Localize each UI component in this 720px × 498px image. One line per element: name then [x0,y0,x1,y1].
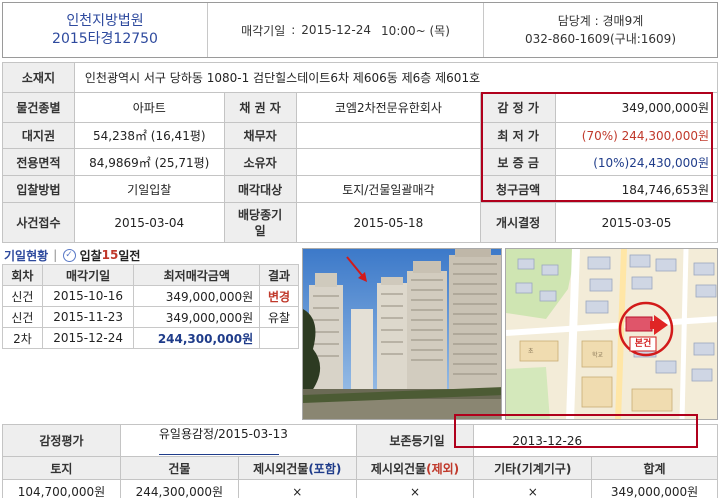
svg-text:초: 초 [528,348,534,355]
creditor-value: 코엠2차전문유한회사 [295,92,482,123]
history-header: 기일현황 | ✓ 입찰 15 일전 [4,247,141,264]
col-excl-tag: (제외) [426,461,460,476]
result-cell: 유찰 [259,306,299,328]
table-row: 신건 2015-10-16 349,000,000원 변경 [2,285,299,307]
price-cell: 349,000,000원 [133,285,261,307]
contact-dept: 경매9계 [602,14,644,28]
received-label: 사건접수 [2,202,75,243]
price-cell: 349,000,000원 [133,306,261,328]
col-total-header: 합계 [591,456,718,480]
table-row-empty [3,349,299,403]
history-title[interactable]: 기일현황 [4,247,48,264]
col-incl-tag: (포함) [308,461,342,476]
case-header: 인천지방법원 2015타경12750 매각기일 : 2015-12-24 10:… [2,2,718,58]
target-label: 매각대상 [223,175,297,203]
contact-info: 담당계 : 경매9계 032-860-1609(구내:1609) [524,14,677,46]
method-value: 기일입찰 [73,175,225,203]
col-excl-text: 제시외건물 [370,461,427,476]
location-label: 소재지 [2,62,75,93]
price-cell: 244,300,000원 [133,327,261,349]
map-marker-label: 본건 [634,339,652,349]
col-incl-text: 제시외건물 [253,461,309,476]
appraisal-info-label: 감정평가 [2,424,121,457]
etc-price: × [473,479,593,498]
appraisal-info-underline [158,445,279,455]
date-cell: 2015-10-16 [41,285,135,307]
map-image: 학교 초 [506,249,717,419]
location-value: 인천광역시 서구 당하동 1080-1 검단힐스테이트6차 제606동 제6층 … [73,62,719,93]
building-price: 244,300,000원 [119,479,239,498]
col-land-header: 토지 [2,456,121,480]
date-cell: 2015-12-24 [41,327,135,349]
round-cell: 신건 [2,306,43,328]
result-cell [259,327,299,349]
building-photo-image [303,249,501,419]
result-cell: 변경 [259,285,299,307]
dday-number: 15 [101,248,119,262]
price-highlight-box [481,92,713,202]
col-building-header: 건물 [119,456,239,480]
history-header-result: 결과 [259,264,299,286]
owner-label: 소유자 [223,148,297,176]
history-table: 회차 매각기일 최저매각금액 결과 신건 2015-10-16 349,000,… [2,264,299,403]
land-price: 104,700,000원 [2,479,121,498]
owner-value [295,148,482,176]
contact-label: 담당계 [557,14,591,28]
location-map[interactable]: 학교 초 본건 [505,248,718,420]
round-cell: 신건 [2,285,43,307]
start-label: 개시결정 [480,202,557,243]
dividend-label: 배당종기일 [223,202,297,243]
sale-time: 10:00~ (목) [381,23,450,38]
incl-price: × [237,479,357,498]
appraisal-info-value: 유일용감정/2015-03-13 [119,424,357,457]
land-value: 54,238㎡ (16,41평) [73,122,225,149]
dday-suffix: 일전 [118,248,141,263]
check-icon: ✓ [62,248,76,262]
table-row: 2차 2015-12-24 244,300,000원 [2,327,299,349]
preserve-highlight-box [454,414,698,448]
court-info: 인천지방법원 2015타경12750 [3,3,208,57]
total-price: 349,000,000원 [591,479,718,498]
date-cell: 2015-11-23 [41,306,135,328]
sale-date: 2015-12-24 [301,23,372,37]
sale-date-info: 매각기일 : 2015-12-24 10:00~ (목) [208,3,484,57]
history-header-round: 회차 [2,264,43,286]
start-value: 2015-03-05 [555,202,718,243]
sale-date-label: 매각기일 [241,23,286,38]
col-excl-header: 제시외건물(제외) [355,456,475,480]
method-label: 입찰방법 [2,175,75,203]
contact-phone: 032-860-1609(구내:1609) [524,32,677,46]
area-label: 전용면적 [2,148,75,176]
land-label: 대지권 [2,122,75,149]
round-cell: 2차 [2,327,43,349]
area-value: 84,9869㎡ (25,71평) [73,148,225,176]
creditor-label: 채 권 자 [223,92,297,123]
debtor-value [295,122,482,149]
type-value: 아파트 [73,92,225,123]
table-row: 신건 2015-11-23 349,000,000원 유찰 [2,306,299,328]
col-incl-header: 제시외건물(포함) [237,456,357,480]
debtor-label: 채무자 [223,122,297,149]
type-label: 물건종별 [2,92,75,123]
dday-prefix: 입찰 [79,248,102,263]
court-name[interactable]: 인천지방법원 [66,12,143,30]
excl-price: × [355,479,475,498]
svg-text:학교: 학교 [592,351,604,359]
case-number[interactable]: 2015타경12750 [52,30,158,48]
property-photo[interactable] [302,248,502,420]
col-etc-header: 기타(기계기구) [473,456,593,480]
dividend-value: 2015-05-18 [295,202,482,243]
target-value: 토지/건물일괄매각 [295,175,482,203]
received-value: 2015-03-04 [73,202,225,243]
history-header-date: 매각기일 [41,264,135,286]
appraisal-info-text: 유일용감정/2015-03-13 [158,427,288,441]
history-header-price: 최저매각금액 [133,264,261,286]
